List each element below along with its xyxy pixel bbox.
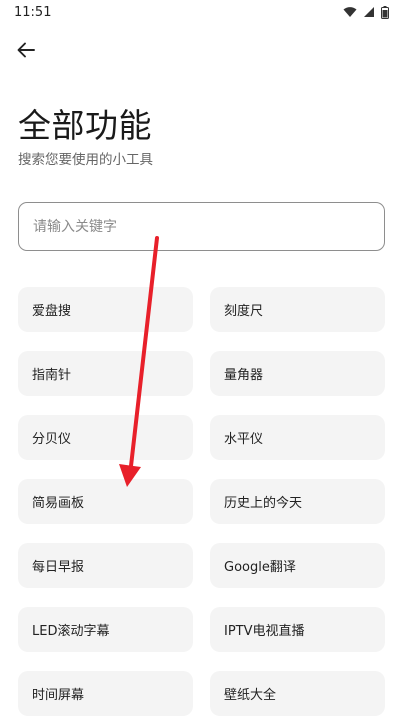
tool-tile[interactable]: Google翻译 — [210, 543, 385, 588]
tool-tile-label: 刻度尺 — [224, 304, 264, 319]
tool-tile-label: 量角器 — [224, 368, 264, 383]
tool-tile[interactable]: 历史上的今天 — [210, 479, 385, 524]
tool-tile[interactable]: 指南针 — [18, 351, 193, 396]
tool-tile[interactable]: 分贝仪 — [18, 415, 193, 460]
tool-tile[interactable]: IPTV电视直播 — [210, 607, 385, 652]
tool-tile[interactable]: 时间屏幕 — [18, 671, 193, 716]
page: 11:51 全部功能 搜索您要使用的小工具 爱盘搜 刻度尺指南针 量角器分贝仪 水平仪… — [0, 0, 403, 716]
tool-tile[interactable]: 爱盘搜 — [18, 287, 193, 332]
tool-grid: 爱盘搜 刻度尺指南针 量角器分贝仪 水平仪简易画板 历史上的今天每日早报 Google翻译… — [18, 287, 385, 716]
arrow-left-icon — [17, 42, 35, 62]
signal-icon — [363, 6, 375, 18]
page-subtitle: 搜索您要使用的小工具 — [18, 152, 153, 168]
tool-tile-label: 壁纸大全 — [224, 688, 277, 703]
wifi-icon — [343, 6, 357, 18]
battery-icon — [381, 5, 389, 19]
tool-tile[interactable]: 量角器 — [210, 351, 385, 396]
tool-tile[interactable]: 每日早报 — [18, 543, 193, 588]
tool-tile[interactable]: 水平仪 — [210, 415, 385, 460]
tool-tile[interactable]: 刻度尺 — [210, 287, 385, 332]
tool-tile-label: 分贝仪 — [32, 432, 72, 447]
tool-tile[interactable]: 简易画板 — [18, 479, 193, 524]
status-time: 11:51 — [14, 4, 52, 20]
tool-tile-label: 每日早报 — [32, 560, 85, 575]
status-bar: 11:51 — [0, 0, 403, 24]
tool-tile-label: 简易画板 — [32, 496, 85, 511]
tool-tile-label: IPTV电视直播 — [224, 624, 305, 639]
back-button[interactable] — [12, 38, 40, 66]
tool-tile[interactable]: LED滚动字幕 — [18, 607, 193, 652]
search-input[interactable] — [18, 202, 385, 251]
tool-tile-label: 历史上的今天 — [224, 496, 303, 511]
tool-tile-label: LED滚动字幕 — [32, 624, 110, 639]
tool-tile-label: Google翻译 — [224, 560, 296, 575]
tool-tile-label: 时间屏幕 — [32, 688, 85, 703]
page-title: 全部功能 — [18, 106, 152, 145]
tool-tile-label: 水平仪 — [224, 432, 264, 447]
tool-tile[interactable]: 壁纸大全 — [210, 671, 385, 716]
tool-tile-label: 指南针 — [32, 368, 72, 383]
tool-tile-label: 爱盘搜 — [32, 304, 72, 319]
status-icons — [343, 5, 389, 19]
